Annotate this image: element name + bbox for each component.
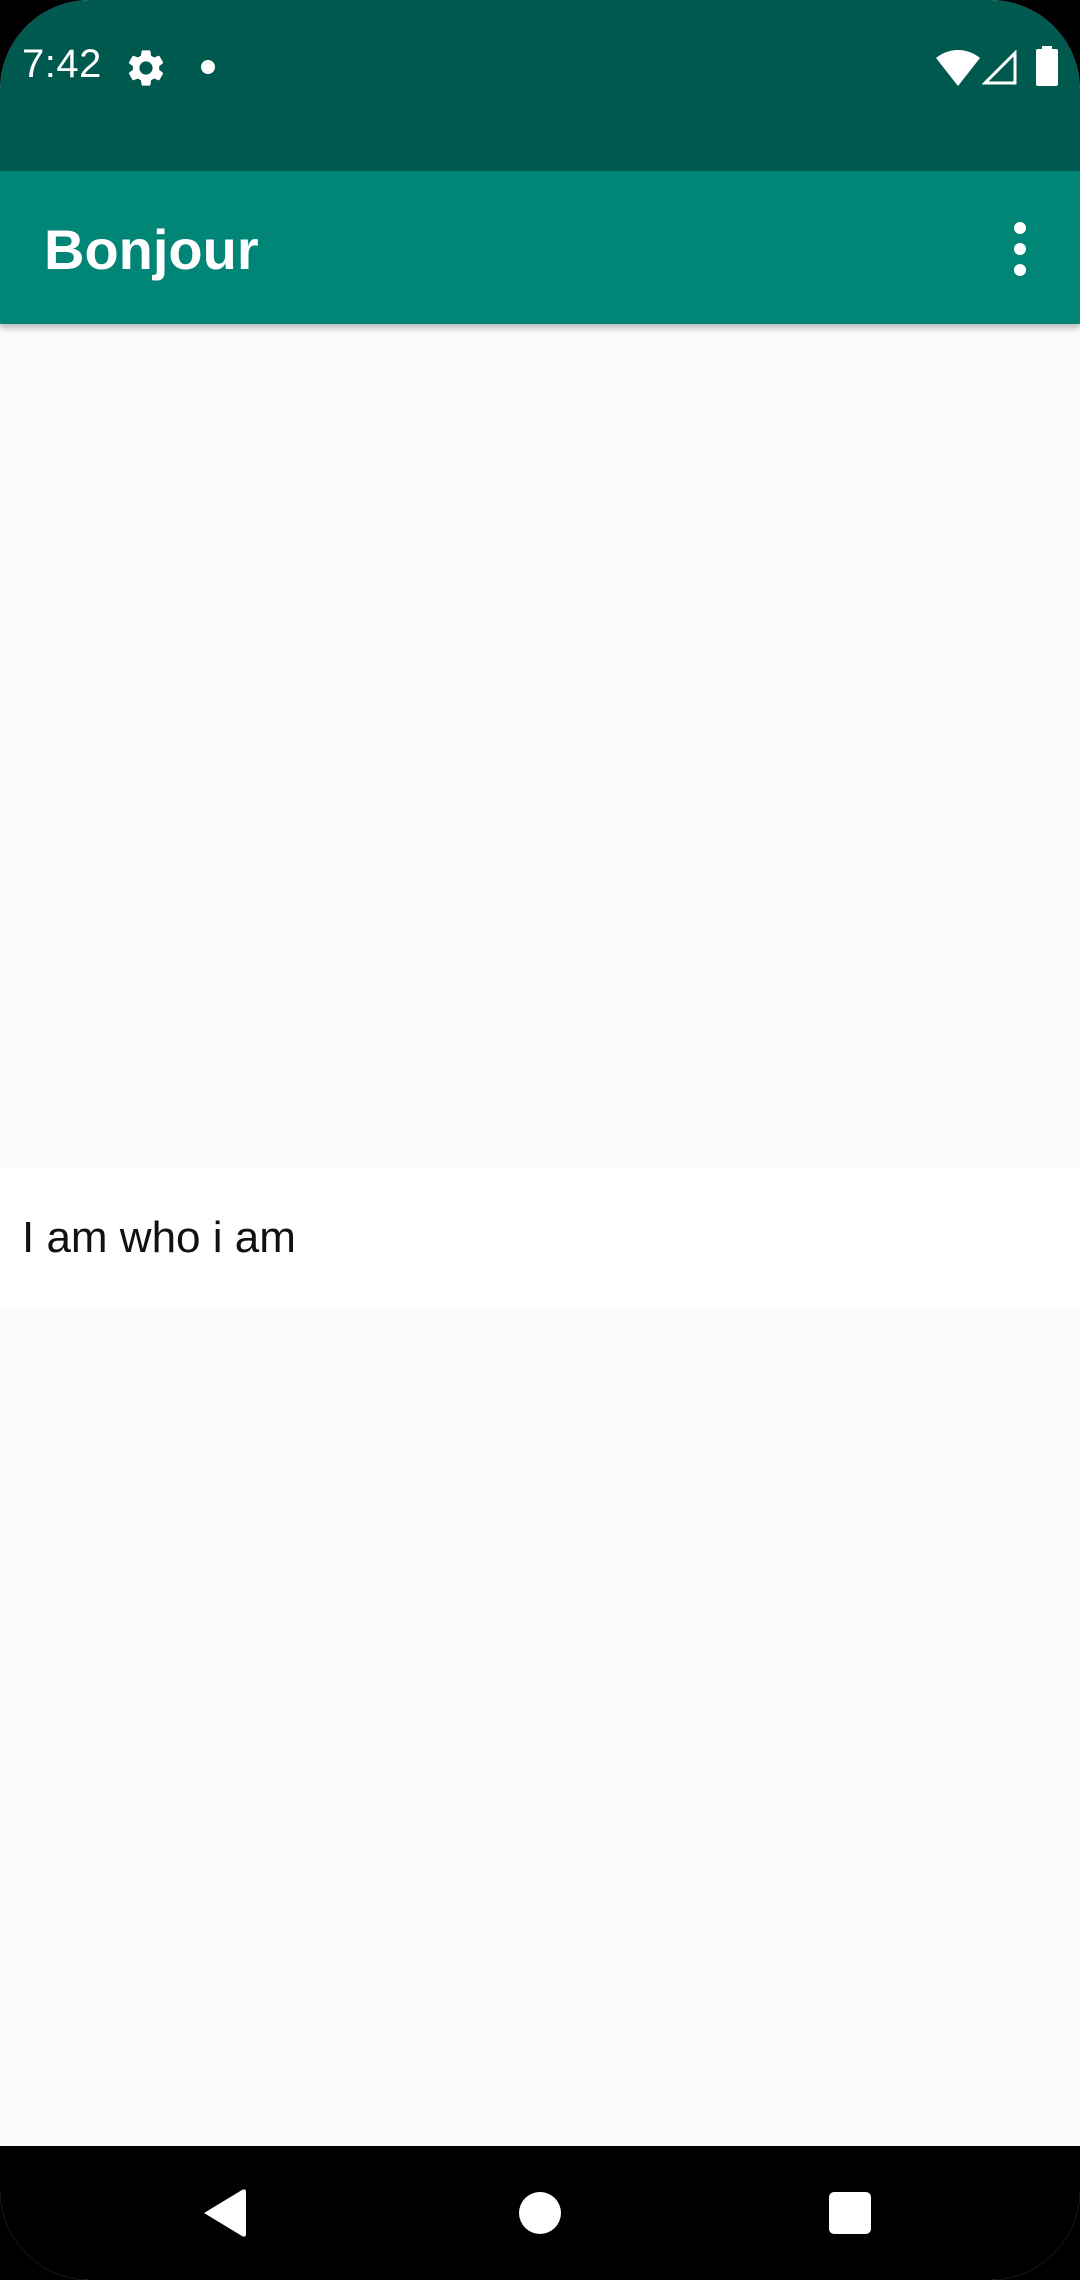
overflow-menu-button[interactable] xyxy=(994,211,1046,287)
signal-icon xyxy=(982,50,1017,85)
more-vert-icon-dot xyxy=(1014,243,1026,255)
more-vert-icon-dot xyxy=(1014,264,1026,276)
more-vert-icon xyxy=(1014,222,1026,234)
status-bar: 7:42 xyxy=(0,0,1080,171)
gear-icon xyxy=(128,50,164,86)
list-item-label: I am who i am xyxy=(22,1213,296,1262)
app-title: Bonjour xyxy=(44,218,259,281)
phone-screen: 7:42 Bonjour I am who i am xyxy=(0,0,1080,2280)
status-time: 7:42 xyxy=(22,42,102,86)
wifi-icon xyxy=(936,50,980,86)
list-item[interactable]: I am who i am xyxy=(0,1167,1080,1307)
back-icon[interactable] xyxy=(204,2188,246,2238)
notification-dot-icon xyxy=(201,60,215,74)
app-bar: Bonjour xyxy=(0,171,1080,324)
recents-icon[interactable] xyxy=(829,2192,871,2234)
navigation-bar xyxy=(0,2146,1080,2280)
home-icon[interactable] xyxy=(519,2192,561,2234)
main-content: I am who i am xyxy=(0,324,1080,2146)
battery-icon xyxy=(1036,46,1058,86)
